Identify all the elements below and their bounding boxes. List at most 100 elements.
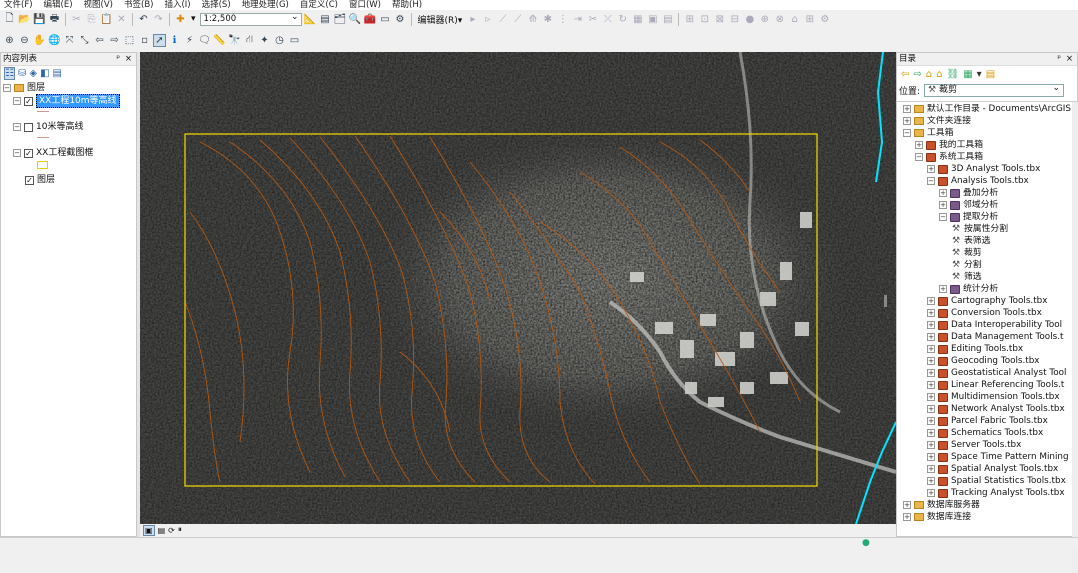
point-icon[interactable]: ✱ — [541, 13, 554, 26]
expand-icon[interactable]: + — [927, 381, 935, 389]
edit-annotation-icon[interactable]: ▹ — [481, 13, 494, 26]
expand-icon[interactable]: + — [903, 501, 911, 509]
edit-vertices-icon[interactable]: ⋮ — [556, 13, 569, 26]
rotate-icon[interactable]: ↻ — [616, 13, 629, 26]
expand-icon[interactable]: + — [939, 201, 947, 209]
redo-icon[interactable]: ↷ — [152, 13, 165, 26]
cut-polygons-icon[interactable]: ✂ — [586, 13, 599, 26]
catalog-tree-item[interactable]: − 提取分析 — [939, 211, 998, 223]
pan-icon[interactable]: ✋ — [33, 34, 46, 47]
catalog-tree-item[interactable]: + Schematics Tools.tbx — [927, 427, 1043, 439]
toc-layer-item[interactable]: − 10米等高线 — [13, 121, 83, 133]
layer-visibility-checkbox[interactable] — [24, 122, 33, 132]
layer-visibility-checkbox[interactable]: ✓ — [24, 96, 33, 106]
menu-item[interactable]: 视图(V) — [80, 0, 120, 10]
expand-icon[interactable]: + — [927, 309, 935, 317]
save-icon[interactable]: 💾 — [33, 13, 46, 26]
catalog-tree-item[interactable]: + Tracking Analyst Tools.tbx — [927, 487, 1065, 499]
catalog-tree-item[interactable]: ⚒ 表筛选 — [951, 235, 990, 247]
catalog-tree-item[interactable]: − Analysis Tools.tbx — [927, 175, 1029, 187]
pin-icon[interactable]: ᵖ — [1057, 53, 1061, 65]
menu-item[interactable]: 插入(I) — [160, 0, 197, 10]
end-point-arc-icon[interactable]: ⟋ — [511, 13, 524, 26]
layer-name[interactable]: XX工程10m等高线 — [36, 94, 120, 108]
fixed-zoom-in-icon[interactable]: ⤧ — [63, 34, 76, 47]
expand-icon[interactable]: + — [927, 453, 935, 461]
catalog-tree-item[interactable]: ⚒ 分割 — [951, 259, 982, 271]
menu-item[interactable]: 窗口(W) — [345, 0, 388, 10]
catalog-tree-item[interactable]: + 邻域分析 — [939, 199, 998, 211]
views-icon[interactable]: ▦ — [963, 69, 972, 80]
create-features-icon[interactable]: ▤ — [661, 13, 674, 26]
layer-visibility-checkbox[interactable]: ✓ — [24, 148, 33, 158]
topology-shared-icon[interactable]: ⊠ — [713, 13, 726, 26]
editor-menu[interactable]: 编辑器(R)▾ — [416, 13, 465, 26]
straight-segment-icon[interactable]: ⟋ — [496, 13, 509, 26]
menu-item[interactable]: 地理处理(G) — [238, 0, 296, 10]
arctoolbox-icon[interactable]: 🧰 — [364, 13, 377, 26]
catalog-tree-item[interactable]: + 默认工作目录 - Documents\ArcGIS — [903, 103, 1071, 115]
catalog-tree-item[interactable]: + Cartography Tools.tbx — [927, 295, 1047, 307]
fix-topology-icon[interactable]: ⊕ — [758, 13, 771, 26]
catalog-tree-item[interactable]: + 数据库服务器 — [903, 499, 980, 511]
catalog-tree-item[interactable]: + Data Management Tools.t — [927, 331, 1063, 343]
expand-icon[interactable]: + — [927, 345, 935, 353]
expand-icon[interactable]: + — [927, 429, 935, 437]
catalog-tree-item[interactable]: + Spatial Statistics Tools.tbx — [927, 475, 1066, 487]
zoom-in-icon[interactable]: ⊕ — [3, 34, 16, 47]
catalog-tree-item[interactable]: + 文件夹连接 — [903, 115, 971, 127]
list-by-visibility-icon[interactable]: ◈ — [29, 68, 37, 79]
expand-icon[interactable]: + — [927, 465, 935, 473]
show-shared-icon[interactable]: ⌂ — [788, 13, 801, 26]
forward-icon[interactable]: ⇨ — [108, 34, 121, 47]
forward-icon[interactable]: ⇨ — [913, 69, 921, 80]
catalog-tree-item[interactable]: + Geocoding Tools.tbx — [927, 355, 1040, 367]
catalog-tree-item[interactable]: + Geostatistical Analyst Tool — [927, 367, 1066, 379]
pause-drawing-icon[interactable]: ⏸ — [178, 525, 182, 535]
select-features-icon[interactable]: ⬚ — [123, 34, 136, 47]
catalog-tree-item[interactable]: + Network Analyst Tools.tbx — [927, 403, 1065, 415]
menu-item[interactable]: 书签(B) — [120, 0, 160, 10]
topology-validate-icon[interactable]: ⊟ — [728, 13, 741, 26]
topology-icon[interactable]: ⊞ — [683, 13, 696, 26]
collapse-icon[interactable]: − — [13, 149, 21, 157]
menu-item[interactable]: 编辑(E) — [40, 0, 80, 10]
collapse-icon[interactable]: − — [927, 177, 935, 185]
error-inspector-icon[interactable]: ● — [743, 13, 756, 26]
toc-layer-item[interactable]: ✓ 图层 — [25, 174, 55, 186]
list-by-selection-icon[interactable]: ◧ — [40, 68, 49, 79]
expand-icon[interactable]: + — [927, 357, 935, 365]
expand-icon[interactable]: + — [927, 441, 935, 449]
search-window-icon[interactable]: 🔍 — [349, 13, 362, 26]
go-to-xy-icon[interactable]: ✦ — [258, 34, 271, 47]
expand-icon[interactable]: + — [927, 297, 935, 305]
topology-rule-icon[interactable]: ⊗ — [773, 13, 786, 26]
catalog-tree-item[interactable]: ⚒ 裁剪 — [951, 247, 982, 259]
list-by-source-icon[interactable]: ⛁ — [18, 68, 26, 79]
expand-icon[interactable]: + — [927, 405, 935, 413]
expand-icon[interactable]: + — [927, 477, 935, 485]
catalog-tree-item[interactable]: + 数据库连接 — [903, 511, 971, 523]
back-icon[interactable]: ⇦ — [901, 69, 909, 80]
attributes-icon[interactable]: ▦ — [631, 13, 644, 26]
split-icon[interactable]: ⤫ — [601, 13, 614, 26]
catalog-tree-item[interactable]: + Server Tools.tbx — [927, 439, 1021, 451]
catalog-tree-item[interactable]: + Data Interoperability Tool — [927, 319, 1062, 331]
edit-tool-icon[interactable]: ▸ — [466, 13, 479, 26]
toggle-contents-icon[interactable]: ▤ — [986, 69, 995, 80]
options-icon[interactable]: ▤ — [53, 68, 62, 79]
layer-name[interactable]: 图层 — [37, 174, 55, 186]
catalog-tree-item[interactable]: + Space Time Pattern Mining — [927, 451, 1069, 463]
expand-icon[interactable]: + — [927, 369, 935, 377]
catalog-tree-item[interactable]: + Multidimension Tools.tbx — [927, 391, 1060, 403]
new-document-icon[interactable]: 🗋 — [3, 13, 16, 26]
viewer-window-icon[interactable]: ▭ — [288, 34, 301, 47]
reshape-icon[interactable]: ⇥ — [571, 13, 584, 26]
python-window-icon[interactable]: ▭ — [379, 13, 392, 26]
scrollbar[interactable] — [1072, 102, 1078, 573]
close-icon[interactable]: × — [125, 53, 132, 65]
hyperlink-icon[interactable]: ⚡ — [183, 34, 196, 47]
editor-toolbar-icon[interactable]: 📐 — [304, 13, 317, 26]
menu-item[interactable]: 帮助(H) — [388, 0, 429, 10]
catalog-tree-item[interactable]: + Spatial Analyst Tools.tbx — [927, 463, 1058, 475]
